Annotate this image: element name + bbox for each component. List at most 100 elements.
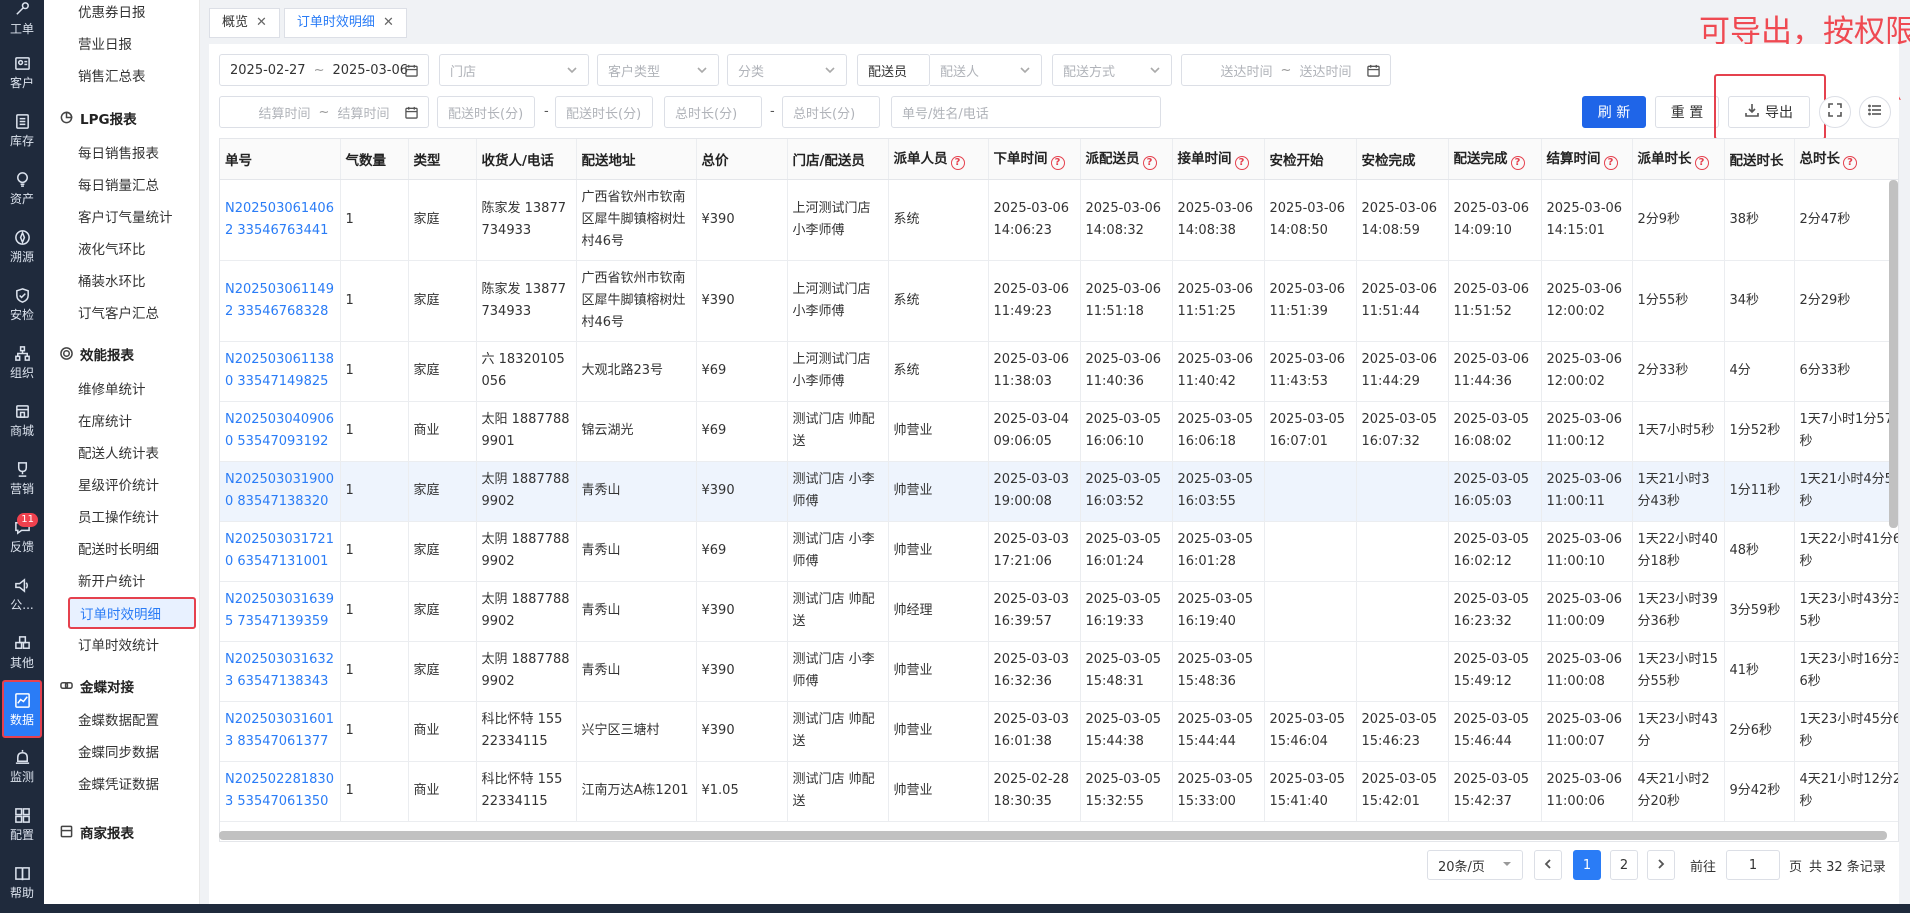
goto-page-input[interactable]: 1	[1726, 850, 1780, 880]
delivery-duration-min-input[interactable]: 配送时长(分)	[437, 96, 535, 128]
order-date-range[interactable]: 2025-02-27 ~ 2025-03-06	[219, 54, 429, 86]
rail-notice[interactable]: 公...	[0, 566, 44, 622]
submenu-item[interactable]: 液化气环比	[78, 236, 146, 264]
tab-order-timeliness[interactable]: 订单时效明细 ✕	[283, 8, 407, 38]
table-row[interactable]: N2025030316395 73547139359 1 家庭 太阴 18877889…	[220, 581, 1898, 642]
next-page-button[interactable]	[1647, 850, 1675, 880]
submenu-item[interactable]: 星级评价统计	[78, 472, 159, 500]
prev-page-button[interactable]	[1534, 850, 1562, 880]
rail-customer[interactable]: 客户	[0, 44, 44, 100]
total-duration-min-input[interactable]: 总时长(分)	[664, 96, 762, 128]
table-row[interactable]: N2025030611380 33547149825 1 家庭六 183201050…	[220, 341, 1898, 402]
export-button[interactable]: 导出	[1728, 96, 1810, 128]
submenu-item-active[interactable]: 订单时效明细	[68, 597, 196, 629]
table-row[interactable]: N2025030316013 83547061377 1 商业 科比怀特 155223…	[220, 701, 1898, 762]
order-number-link[interactable]: N2025030409060 53547093192	[220, 401, 341, 462]
submenu-item[interactable]: 新开户统计	[78, 568, 146, 596]
order-number-link[interactable]: N2025030319000 83547138320	[220, 461, 341, 522]
submenu-item[interactable]: 金蝶凭证数据	[78, 771, 159, 799]
table-row[interactable]: N2025030409060 53547093192 1 商业 太阳 18877889…	[220, 401, 1898, 462]
order-number-link[interactable]: N2025030614062 33546763441	[220, 179, 341, 261]
help-icon[interactable]: ?	[1050, 156, 1065, 171]
page-2-button[interactable]: 2	[1610, 850, 1638, 880]
submenu-item[interactable]: 配送人统计表	[78, 440, 159, 468]
close-icon[interactable]: ✕	[383, 9, 394, 37]
rail-monitor[interactable]: 监测	[0, 738, 44, 794]
arrive-time-range[interactable]: 送达时间 ~ 送达时间	[1181, 54, 1391, 86]
rail-other[interactable]: 其他	[0, 624, 44, 680]
close-icon[interactable]: ✕	[256, 9, 267, 37]
rail-label: 工单	[9, 22, 34, 36]
rail-feedback[interactable]: 反馈 11	[0, 508, 44, 564]
submenu-item[interactable]: 订单时效统计	[78, 632, 159, 660]
order-number-link[interactable]: N2025030316395 73547139359	[220, 581, 341, 642]
delivery-duration-max-input[interactable]: 配送时长(分)	[555, 96, 653, 128]
submenu-item[interactable]: 配送时长明细	[78, 536, 159, 564]
table-row[interactable]: N2025030611492 33546768328 1 家庭 陈家发 1387773…	[220, 260, 1898, 342]
refresh-button[interactable]: 刷 新	[1582, 96, 1646, 128]
rail-workorder[interactable]: 工单	[0, 0, 44, 46]
help-icon[interactable]: ?	[1843, 156, 1857, 171]
delivery-method-select[interactable]: 配送方式	[1052, 54, 1172, 86]
table-row[interactable]: N2025030614062 33546763441 1 家庭 陈家发 1387773…	[220, 179, 1898, 261]
rail-inventory[interactable]: 库存	[0, 102, 44, 158]
vertical-scrollbar[interactable]	[1889, 180, 1898, 528]
submenu-group-header[interactable]: 金蝶对接	[60, 674, 134, 702]
submenu-item[interactable]: 员工操作统计	[78, 504, 159, 532]
help-icon[interactable]: ?	[1234, 156, 1249, 171]
help-icon[interactable]: ?	[1510, 156, 1525, 171]
category-select[interactable]: 分类	[727, 54, 847, 86]
courier-select[interactable]: 配送人	[930, 54, 1042, 86]
table-row[interactable]: N2025030316323 63547138343 1 家庭 太阴 18877889…	[220, 641, 1898, 702]
help-icon[interactable]: ?	[1142, 156, 1157, 171]
rail-data[interactable]: 数据	[2, 680, 42, 738]
submenu-item[interactable]: 客户订气量统计	[78, 204, 173, 232]
submenu-group-header[interactable]: 商家报表	[60, 820, 134, 848]
store-select[interactable]: 门店	[439, 54, 589, 86]
rail-marketing[interactable]: 营销	[0, 450, 44, 506]
submenu-item[interactable]: 在席统计	[78, 408, 132, 436]
page-size-select[interactable]: 20条/页	[1427, 850, 1523, 880]
table-row[interactable]: N2025030319000 83547138320 1 家庭 太阴 18877889…	[220, 461, 1898, 522]
submenu-item[interactable]: 桶装水环比	[78, 268, 146, 296]
settle-time-range[interactable]: 结算时间 ~ 结算时间	[219, 96, 429, 128]
table-row[interactable]: N2025022818303 53547061350 1 商业 科比怀特 155223…	[220, 761, 1898, 822]
rail-assets[interactable]: 资产	[0, 160, 44, 216]
search-input[interactable]: 单号/姓名/电话	[891, 96, 1161, 128]
help-icon[interactable]: ?	[1694, 156, 1709, 171]
order-number-link[interactable]: N2025030316323 63547138343	[220, 641, 341, 702]
submenu-item[interactable]: 每日销量汇总	[78, 172, 159, 200]
column-settings-button[interactable]	[1859, 96, 1891, 128]
submenu-item[interactable]: 销售汇总表	[78, 63, 146, 91]
rail-mall[interactable]: 商城	[0, 392, 44, 448]
order-number-link[interactable]: N2025030611380 33547149825	[220, 341, 341, 402]
submenu-item[interactable]: 金蝶同步数据	[78, 739, 159, 767]
customer-type-select[interactable]: 客户类型	[597, 54, 719, 86]
rail-help[interactable]: 帮助	[0, 854, 44, 910]
table-row[interactable]: N2025030317210 63547131001 1 家庭 太阴 18877889…	[220, 521, 1898, 582]
submenu-item[interactable]: 维修单统计	[78, 376, 146, 404]
submenu-item[interactable]: 每日销售报表	[78, 140, 159, 168]
submenu-item[interactable]: 金蝶数据配置	[78, 707, 159, 735]
tab-overview[interactable]: 概览 ✕	[209, 8, 280, 38]
rail-org[interactable]: 组织	[0, 334, 44, 390]
rail-config[interactable]: 配置	[0, 796, 44, 852]
order-number-link[interactable]: N2025030611492 33546768328	[220, 260, 341, 342]
fullscreen-button[interactable]	[1819, 96, 1851, 128]
order-number-link[interactable]: N2025030316013 83547061377	[220, 701, 341, 762]
rail-trace[interactable]: 溯源	[0, 218, 44, 274]
total-duration-max-input[interactable]: 总时长(分)	[782, 96, 880, 128]
page-1-button[interactable]: 1	[1573, 850, 1601, 880]
horizontal-scrollbar[interactable]	[219, 831, 1887, 840]
submenu-item[interactable]: 营业日报	[78, 31, 132, 59]
help-icon[interactable]: ?	[1603, 156, 1618, 171]
submenu-group-header[interactable]: 效能报表	[60, 342, 134, 370]
submenu-item[interactable]: 优惠券日报	[78, 0, 146, 27]
rail-safety[interactable]: 安检	[0, 276, 44, 332]
help-icon[interactable]: ?	[950, 156, 965, 171]
submenu-group-header[interactable]: LPG报表	[60, 106, 137, 134]
submenu-item[interactable]: 订气客户汇总	[78, 300, 159, 328]
reset-button[interactable]: 重 置	[1655, 96, 1719, 128]
order-number-link[interactable]: N2025022818303 53547061350	[220, 761, 341, 822]
order-number-link[interactable]: N2025030317210 63547131001	[220, 521, 341, 582]
